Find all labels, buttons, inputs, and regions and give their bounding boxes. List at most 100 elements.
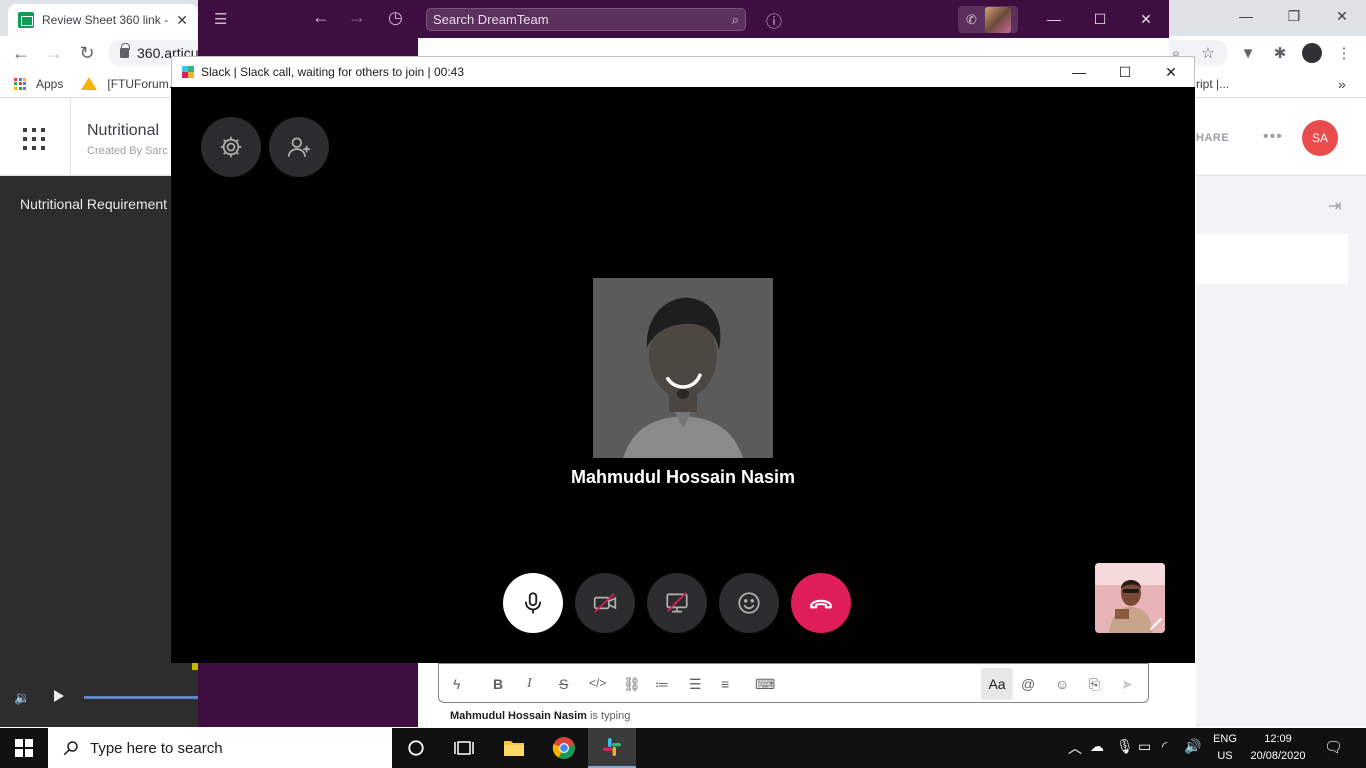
send-icon[interactable]: ➤ xyxy=(1121,676,1133,693)
participant-avatar xyxy=(593,278,773,458)
chrome-restore-icon[interactable]: ❐ xyxy=(1270,0,1318,32)
collapse-panel-icon[interactable]: ⇥ xyxy=(1328,196,1341,216)
browser-tab[interactable]: Review Sheet 360 link - ✕ xyxy=(8,4,198,36)
bookmark-star-icon[interactable]: ☆ xyxy=(1197,42,1219,64)
slack-taskbar-button[interactable] xyxy=(588,728,636,768)
slack-close-icon[interactable]: ✕ xyxy=(1123,0,1169,38)
battery-icon[interactable]: ▭ xyxy=(1138,738,1151,755)
leave-call-button[interactable] xyxy=(791,573,851,633)
document-left-panel: Nutritional Requirement 🔉 xyxy=(0,176,198,727)
chrome-menu-icon[interactable]: ⋮ xyxy=(1333,42,1355,64)
slack-minimize-icon[interactable]: — xyxy=(1031,0,1077,38)
call-close-icon[interactable]: ✕ xyxy=(1148,57,1194,87)
slack-search-input[interactable]: Search DreamTeam ⌕ xyxy=(426,8,746,31)
browser-tab-title: Review Sheet 360 link - xyxy=(42,13,169,27)
volume-icon[interactable]: 🔉 xyxy=(14,690,30,706)
bold-icon[interactable]: B xyxy=(493,676,503,692)
input-language-indicator[interactable]: ENG US xyxy=(1210,731,1240,765)
task-view-button[interactable] xyxy=(440,728,488,768)
cortana-button[interactable] xyxy=(392,728,440,768)
bookmark-apps[interactable]: Apps xyxy=(36,77,63,91)
add-people-button[interactable] xyxy=(269,117,329,177)
call-window-titlebar: Slack | Slack call, waiting for others t… xyxy=(171,56,1195,87)
bulleted-list-icon[interactable]: ☰ xyxy=(689,676,702,693)
call-minimize-icon[interactable]: — xyxy=(1056,57,1102,87)
vuetify-extension-icon[interactable]: ▼ xyxy=(1237,42,1259,64)
play-icon[interactable] xyxy=(54,690,64,702)
code-icon[interactable]: </> xyxy=(589,676,606,690)
taskbar-search-placeholder: Type here to search xyxy=(90,739,223,757)
message-composer[interactable]: ϟ B I S </> ⛓ ≔ ☰ ≡ ⌨ Aa @ ☺ ⎘ ➤ xyxy=(438,663,1149,703)
chrome-profile-avatar[interactable] xyxy=(1301,42,1323,64)
close-tab-icon[interactable]: ✕ xyxy=(176,12,188,29)
call-settings-button[interactable] xyxy=(201,117,261,177)
task-view-icon xyxy=(454,741,474,755)
file-explorer-button[interactable] xyxy=(490,728,538,768)
bookmark-script[interactable]: ript |... xyxy=(1196,77,1229,91)
wifi-icon[interactable]: ◜ xyxy=(1162,738,1167,755)
system-clock[interactable]: 12:09 20/08/2020 xyxy=(1244,731,1312,765)
call-window-controls: — ☐ ✕ xyxy=(1056,57,1194,87)
help-icon[interactable]: ⓘ xyxy=(766,8,782,32)
right-panel-card xyxy=(1196,234,1348,284)
slack-back-arrow-icon[interactable]: ← xyxy=(312,7,330,28)
history-clock-icon[interactable]: ◷ xyxy=(388,8,403,28)
call-window-title: Slack | Slack call, waiting for others t… xyxy=(201,65,465,79)
windows-taskbar: Type here to search ︿ ☁ 🎙 ▭ ◜ 🔊 ENG US 1… xyxy=(0,728,1366,768)
bookmarks-overflow-icon[interactable]: » xyxy=(1338,76,1346,92)
link-icon[interactable]: ⛓ xyxy=(623,676,641,693)
slack-topbar: ☰ ← → ◷ Search DreamTeam ⌕ ⓘ ✆ — ☐ ✕ xyxy=(198,0,1169,38)
onedrive-cloud-icon[interactable]: ☁ xyxy=(1090,738,1104,755)
emoji-icon[interactable]: ☺ xyxy=(1055,676,1069,692)
formatting-toggle-button[interactable]: Aa xyxy=(981,668,1013,700)
slack-logo-icon xyxy=(182,66,194,78)
share-button[interactable]: HARE xyxy=(1196,132,1229,144)
slack-icon xyxy=(603,738,621,756)
volume-tray-icon[interactable]: 🔊 xyxy=(1184,738,1201,755)
blockquote-icon[interactable]: ≡ xyxy=(721,676,729,692)
mute-microphone-button[interactable] xyxy=(503,573,563,633)
share-screen-button[interactable] xyxy=(647,573,707,633)
extensions-puzzle-icon[interactable]: ✱ xyxy=(1269,42,1291,64)
chrome-taskbar-button[interactable] xyxy=(540,728,588,768)
back-arrow-icon[interactable]: ← xyxy=(10,42,32,64)
emoji-smile-icon xyxy=(738,592,760,614)
italic-icon[interactable]: I xyxy=(527,676,532,692)
chrome-minimize-icon[interactable]: — xyxy=(1222,0,1270,32)
shortcuts-lightning-icon[interactable]: ϟ xyxy=(453,676,460,692)
slack-forward-arrow-icon[interactable]: → xyxy=(348,7,366,28)
forward-arrow-icon[interactable]: → xyxy=(43,42,65,64)
slack-maximize-icon[interactable]: ☐ xyxy=(1077,0,1123,38)
action-center-icon[interactable]: 🗨 xyxy=(1324,738,1343,756)
self-video-preview[interactable] xyxy=(1095,563,1165,633)
toggle-video-button[interactable] xyxy=(575,573,635,633)
cortana-circle-icon xyxy=(408,740,424,756)
chrome-close-icon[interactable]: ✕ xyxy=(1318,0,1366,32)
apps-grid-icon[interactable] xyxy=(14,77,26,90)
start-button[interactable] xyxy=(0,728,48,768)
clock-date: 20/08/2020 xyxy=(1250,750,1306,762)
strikethrough-icon[interactable]: S xyxy=(559,676,568,692)
code-block-icon[interactable]: ⌨ xyxy=(755,676,775,693)
video-off-icon xyxy=(593,593,617,613)
taskbar-search-box[interactable]: Type here to search xyxy=(48,728,392,768)
app-grid-menu-icon[interactable] xyxy=(23,128,45,150)
reload-icon[interactable]: ↻ xyxy=(76,42,98,64)
attachment-icon[interactable]: ⎘ xyxy=(1089,676,1100,693)
reactions-button[interactable] xyxy=(719,573,779,633)
active-call-chip[interactable]: ✆ xyxy=(958,6,1018,33)
show-hidden-icons-chevron[interactable]: ︿ xyxy=(1068,738,1082,758)
more-options-icon[interactable]: ••• xyxy=(1263,128,1283,146)
document-author: Created By Sarc xyxy=(87,145,168,157)
media-progress-bar[interactable] xyxy=(84,696,198,699)
hamburger-menu-icon[interactable]: ☰ xyxy=(214,10,227,28)
google-drive-icon xyxy=(81,77,98,90)
screen-share-off-icon xyxy=(666,592,688,613)
microphone-tray-icon[interactable]: 🎙 xyxy=(1116,738,1134,755)
mention-icon[interactable]: @ xyxy=(1021,676,1035,692)
user-avatar[interactable]: SA xyxy=(1302,120,1338,156)
bookmark-ftuforum[interactable]: [FTUForum.c xyxy=(107,77,178,91)
call-maximize-icon[interactable]: ☐ xyxy=(1102,57,1148,87)
ordered-list-icon[interactable]: ≔ xyxy=(655,676,669,693)
lock-icon xyxy=(120,43,130,58)
